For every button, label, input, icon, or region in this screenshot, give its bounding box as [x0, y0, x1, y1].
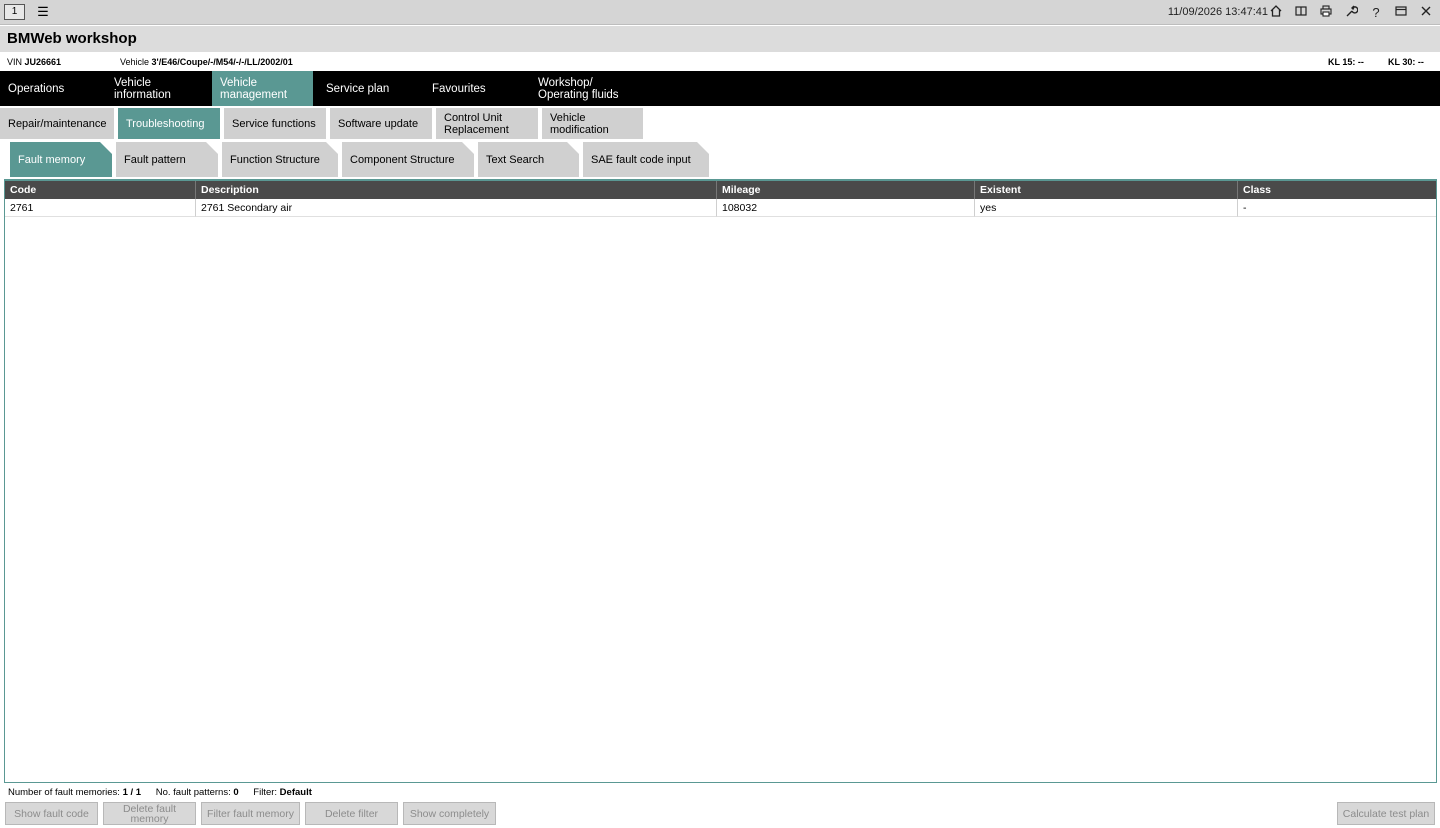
help-icon[interactable]: ? [1367, 4, 1385, 22]
cell-existent: yes [974, 199, 1237, 217]
fault-memories-value: 1 / 1 [122, 787, 142, 798]
cell-class: - [1237, 199, 1436, 217]
cell-mileage: 108032 [716, 199, 974, 217]
delete-filter-button[interactable]: Delete filter [305, 802, 398, 825]
fault-patterns-value: 0 [233, 787, 239, 798]
fault-memories-label: Number of fault memories: [8, 787, 120, 798]
cell-code: 2761 [5, 199, 195, 217]
vehicle-value: 3'/E46/Coupe/-/M54/-/-/LL/2002/01 [151, 57, 293, 67]
vin-label: VIN [7, 57, 23, 67]
calculate-test-plan-button[interactable]: Calculate test plan [1337, 802, 1435, 825]
title-bar: BMWeb workshop [0, 26, 1440, 52]
cell-description: 2761 Secondary air [195, 199, 716, 217]
subnav-service-functions[interactable]: Service functions [224, 108, 326, 139]
table-row[interactable]: 2761 2761 Secondary air 108032 yes - [5, 199, 1436, 217]
vehicle-bar: VIN JU26661 Vehicle 3'/E46/Coupe/-/M54/-… [0, 52, 1440, 71]
show-completely-button[interactable]: Show completely [403, 802, 496, 825]
table-header: Code Description Mileage Existent Class [5, 181, 1436, 199]
column-header-existent[interactable]: Existent [974, 181, 1237, 199]
column-header-mileage[interactable]: Mileage [716, 181, 974, 199]
print-icon[interactable] [1317, 4, 1335, 22]
split-view-icon[interactable] [1292, 4, 1310, 22]
fault-memory-table: Code Description Mileage Existent Class … [4, 179, 1437, 783]
app-title: BMWeb workshop [7, 30, 137, 47]
tab-text-search[interactable]: Text Search [478, 142, 579, 177]
home-icon[interactable] [1267, 4, 1285, 22]
subnav-vehicle-modification[interactable]: Vehicle modification [542, 108, 643, 139]
delete-fault-memory-button[interactable]: Delete fault memory [103, 802, 196, 825]
fault-memories-count: Number of fault memories: 1 / 1 [8, 787, 144, 798]
wrench-icon[interactable] [1342, 4, 1360, 22]
filter-fault-memory-button[interactable]: Filter fault memory [201, 802, 300, 825]
fault-patterns-count: No. fault patterns: 0 [156, 787, 242, 798]
subnav-software-update[interactable]: Software update [330, 108, 432, 139]
subnav-troubleshooting[interactable]: Troubleshooting [118, 108, 220, 139]
tab-function-structure[interactable]: Function Structure [222, 142, 338, 177]
tab-fault-memory[interactable]: Fault memory [10, 142, 112, 177]
kl30-status: KL 30: -- [1388, 57, 1424, 67]
filter-value: Default [279, 787, 312, 798]
close-icon[interactable] [1417, 4, 1435, 22]
subnav-repair-maintenance[interactable]: Repair/maintenance [0, 108, 114, 139]
main-nav-service-plan[interactable]: Service plan [318, 71, 424, 106]
vin-value: JU26661 [24, 57, 62, 67]
vehicle-info: Vehicle 3'/E46/Coupe/-/M54/-/-/LL/2002/0… [120, 57, 293, 67]
kl15-status: KL 15: -- [1328, 57, 1364, 67]
tab-sae-fault-code-input[interactable]: SAE fault code input [583, 142, 709, 177]
column-header-description[interactable]: Description [195, 181, 716, 199]
column-header-code[interactable]: Code [5, 181, 195, 199]
fault-patterns-label: No. fault patterns: [155, 787, 231, 798]
column-header-class[interactable]: Class [1237, 181, 1436, 199]
main-nav-operations[interactable]: Operations [0, 71, 106, 106]
main-nav-workshop-operating-fluids[interactable]: Workshop/ Operating fluids [530, 71, 640, 106]
vehicle-label: Vehicle [120, 57, 150, 67]
main-nav: Operations Vehicle information Vehicle m… [0, 71, 1440, 106]
tab-component-structure[interactable]: Component Structure [342, 142, 474, 177]
main-nav-favourites[interactable]: Favourites [424, 71, 530, 106]
filter-label: Filter: [253, 787, 278, 798]
main-nav-vehicle-management[interactable]: Vehicle management [212, 71, 313, 106]
window-icon[interactable] [1392, 4, 1410, 22]
filter-status: Filter: Default [253, 787, 312, 798]
subnav-control-unit-replacement[interactable]: Control Unit Replacement [436, 108, 538, 139]
window-number-button[interactable]: 1 [4, 4, 25, 20]
tab-fault-pattern[interactable]: Fault pattern [116, 142, 218, 177]
datetime: 11/09/2026 13:47:41 [1167, 6, 1268, 18]
vin-info: VIN JU26661 [7, 57, 61, 67]
menu-icon[interactable]: ☰ [36, 5, 50, 19]
main-nav-vehicle-information[interactable]: Vehicle information [106, 71, 206, 106]
show-fault-code-button[interactable]: Show fault code [5, 802, 98, 825]
top-bar: 1 ☰ 11/09/2026 13:47:41 ? [0, 0, 1440, 25]
status-line: Number of fault memories: 1 / 1 No. faul… [8, 787, 324, 798]
